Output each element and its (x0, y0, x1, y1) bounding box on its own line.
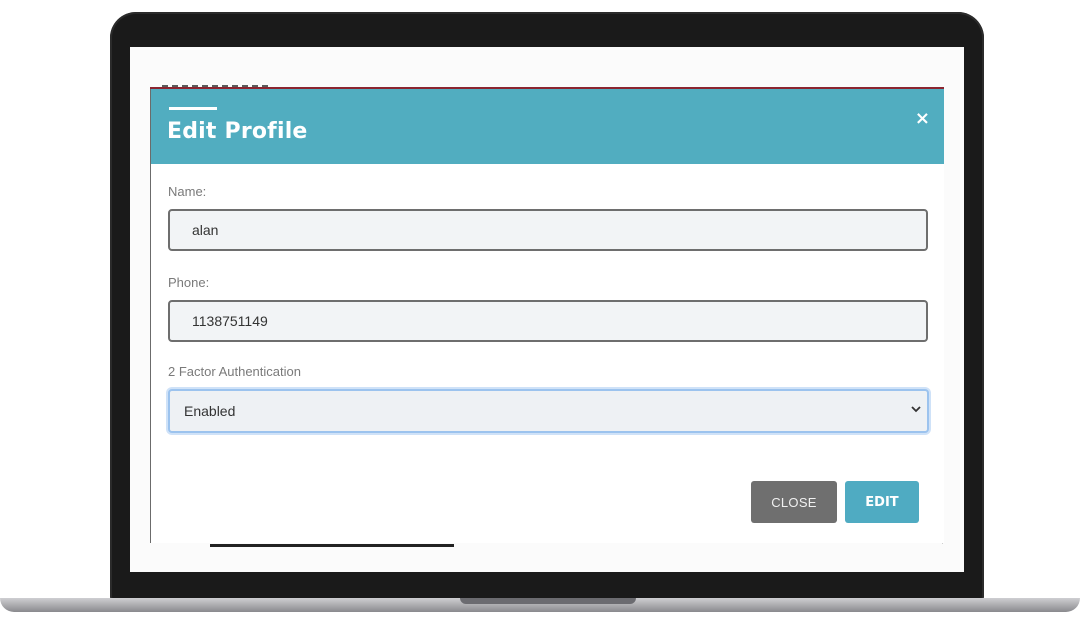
phone-label: Phone: (168, 275, 210, 290)
screen: Edit Profile × Name: Phone: 2 Factor Aut… (130, 47, 964, 572)
edit-profile-modal: Edit Profile × Name: Phone: 2 Factor Aut… (150, 89, 944, 543)
background-bar-bottom (210, 544, 454, 547)
twofa-select[interactable]: Enabled (168, 389, 929, 433)
modal-title: Edit Profile (167, 119, 308, 144)
title-accent-line (169, 107, 217, 110)
chevron-down-icon (911, 401, 921, 417)
modal-header: Edit Profile × (151, 89, 944, 164)
close-button[interactable]: CLOSE (751, 481, 837, 523)
twofa-label: 2 Factor Authentication (168, 364, 301, 379)
phone-input[interactable] (168, 300, 928, 342)
laptop-notch (460, 598, 636, 604)
name-input[interactable] (168, 209, 928, 251)
twofa-selected-value: Enabled (184, 403, 236, 419)
edit-button[interactable]: EDIT (845, 481, 919, 523)
close-icon[interactable]: × (915, 109, 930, 129)
name-label: Name: (168, 184, 207, 199)
